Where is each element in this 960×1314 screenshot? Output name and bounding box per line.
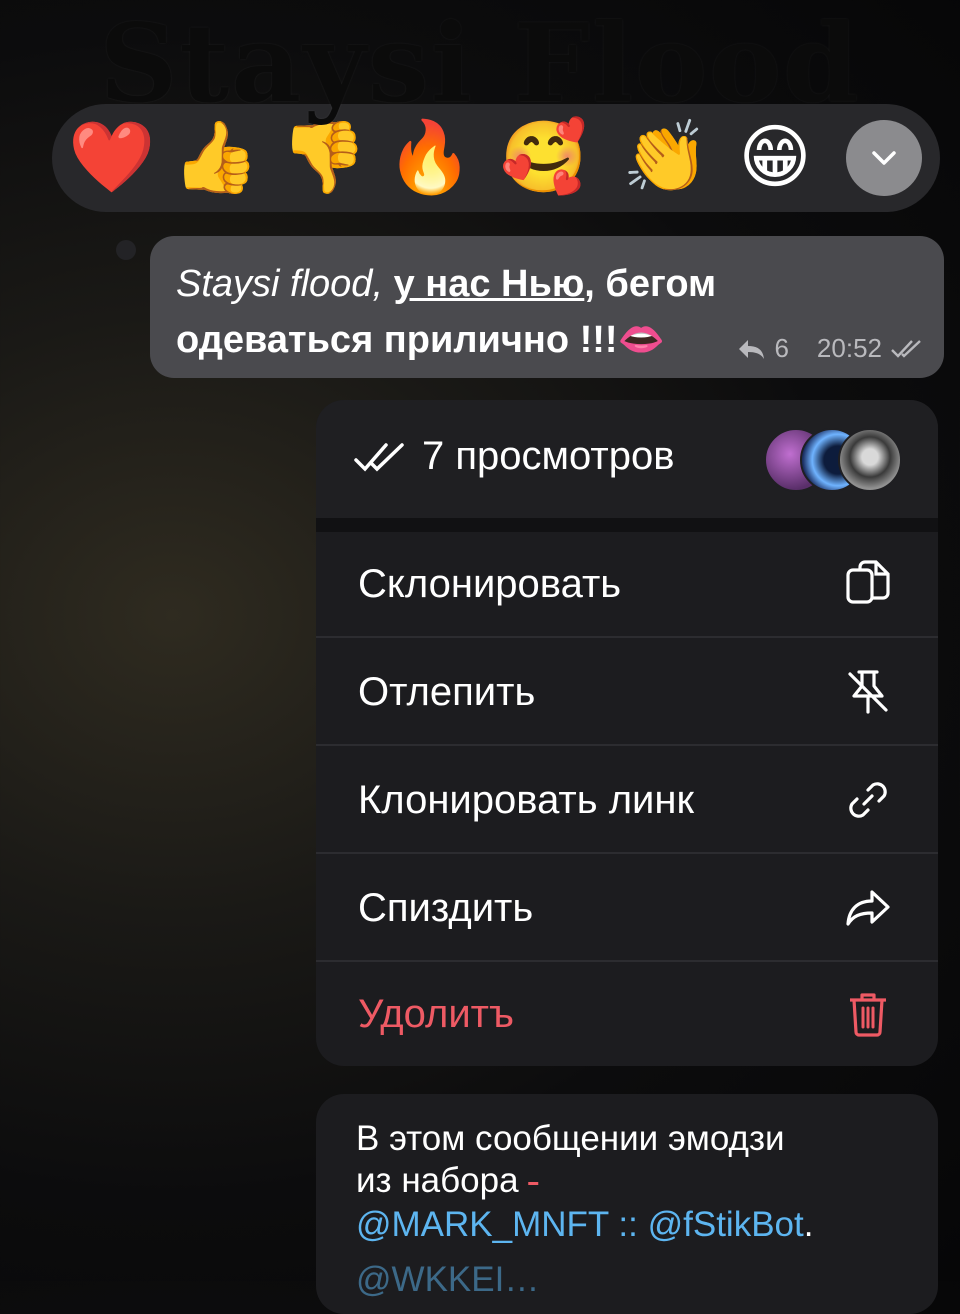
link-icon xyxy=(849,782,887,818)
forward-icon xyxy=(846,890,890,926)
mention-fstikbot[interactable]: @fStikBot xyxy=(648,1205,804,1244)
info-cut-line[interactable]: @WKKEI… xyxy=(356,1260,539,1300)
menu-item-copy-link[interactable]: Клонировать линк xyxy=(316,748,938,854)
double-check-icon xyxy=(354,443,404,472)
views-count: 7 просмотров xyxy=(422,434,675,478)
unpin-icon xyxy=(848,670,888,714)
reply-count: 6 xyxy=(774,333,789,363)
mention-mark-mnft[interactable]: @MARK_MNFT xyxy=(356,1205,609,1244)
lips-emoji: 👄 xyxy=(617,319,665,361)
menu-separator xyxy=(316,518,938,532)
emoji-pack-text: В этом сообщении эмодзи из набора ▬ @MAR… xyxy=(356,1118,916,1246)
menu-item-forward[interactable]: Спиздить xyxy=(316,856,938,962)
watermark-text: Staysi Flood xyxy=(99,1,861,127)
menu-item-delete[interactable]: Удолитъ xyxy=(316,962,938,1066)
message-meta: 6 20:52 xyxy=(736,333,924,364)
avatar xyxy=(838,428,902,492)
menu-item-label: Отлепить xyxy=(358,670,536,714)
chevron-down-icon xyxy=(872,151,896,165)
copy-icon xyxy=(846,560,890,604)
views-row[interactable]: 7 просмотров xyxy=(316,400,938,518)
viewer-avatars[interactable] xyxy=(764,428,904,492)
message-mention[interactable]: Staysi flood, xyxy=(176,263,394,305)
info-line-1: В этом сообщении эмодзи xyxy=(356,1119,785,1158)
message-bubble[interactable]: Staysi flood, у нас Нью, бегом одеваться… xyxy=(150,236,944,378)
info-line-3: @MARK_MNFT :: @fStikBot. xyxy=(356,1204,814,1244)
context-menu: 7 просмотров Склонировать Отлепить Клони… xyxy=(316,400,938,1066)
menu-item-label: Спиздить xyxy=(358,886,534,930)
menu-item-copy[interactable]: Склонировать xyxy=(316,532,938,638)
pack-emoji-icon: ▬ xyxy=(528,1176,539,1188)
info-line-2: из набора ▬ xyxy=(356,1161,539,1200)
menu-item-unpin[interactable]: Отлепить xyxy=(316,640,938,746)
message-link[interactable]: у нас Нью xyxy=(394,263,585,305)
reaction-bar-tail xyxy=(116,240,136,260)
emoji-pack-info: В этом сообщении эмодзи из набора ▬ @MAR… xyxy=(316,1094,938,1314)
trash-icon xyxy=(850,993,886,1037)
expand-reactions-button[interactable] xyxy=(846,120,922,196)
menu-item-label: Клонировать линк xyxy=(358,778,694,822)
reply-icon xyxy=(739,339,765,359)
double-check-icon xyxy=(891,339,921,358)
menu-item-label: Склонировать xyxy=(358,562,622,606)
menu-item-label: Удолитъ xyxy=(358,992,514,1036)
message-time: 20:52 xyxy=(816,333,882,363)
